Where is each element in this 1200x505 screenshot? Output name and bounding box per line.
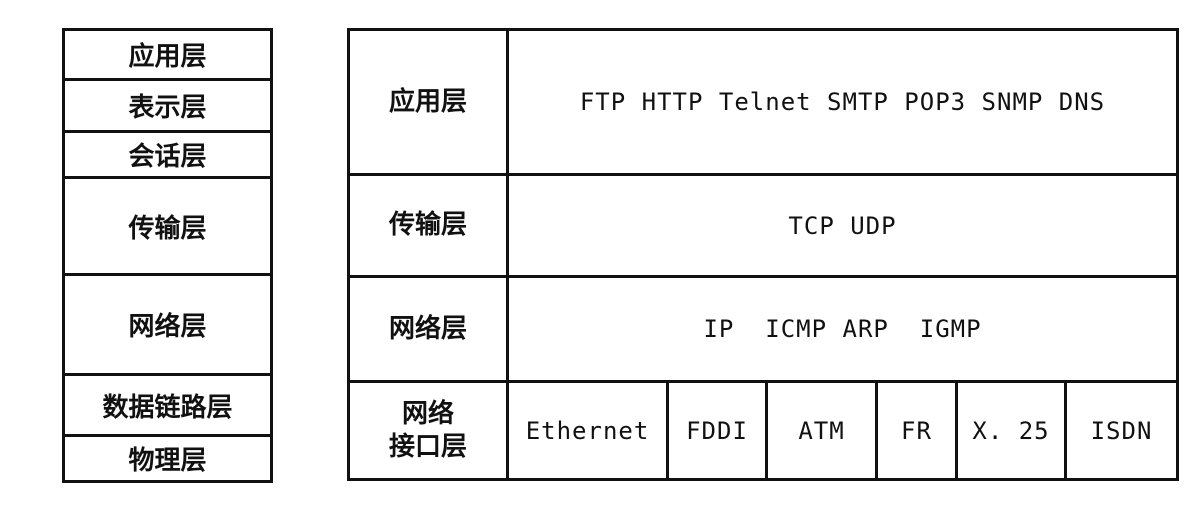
- tcpip-row-transport: 传输层 TCP UDP: [350, 176, 1176, 278]
- osi-layer-session: 会话层: [65, 133, 270, 179]
- tcpip-row-network: 网络层 IP ICMP ARP IGMP: [350, 278, 1176, 383]
- tech-cell-x25: X. 25: [958, 383, 1067, 478]
- osi-model-stack: 应用层 表示层 会话层 传输层 网络层 数据链路层 物理层: [62, 28, 273, 483]
- tcpip-layer-label: 网络 接口层: [350, 383, 509, 478]
- osi-layer-network: 网络层: [65, 276, 270, 376]
- network-protocols: IP ICMP ARP IGMP: [703, 315, 982, 343]
- osi-layer-transport: 传输层: [65, 179, 270, 276]
- network-interface-technologies: Ethernet FDDI ATM FR X. 25 ISDN: [509, 383, 1176, 478]
- tcpip-layer-label: 网络层: [350, 278, 509, 380]
- application-protocols: FTP HTTP Telnet SMTP POP3 SNMP DNS: [579, 88, 1106, 116]
- tcpip-row-application: 应用层 FTP HTTP Telnet SMTP POP3 SNMP DNS: [350, 31, 1176, 176]
- osi-layer-data-link: 数据链路层: [65, 376, 270, 437]
- tech-cell-atm: ATM: [768, 383, 878, 478]
- tcpip-row-network-interface: 网络 接口层 Ethernet FDDI ATM FR X. 25 ISDN: [350, 383, 1176, 478]
- tech-cell-fddi: FDDI: [669, 383, 768, 478]
- tech-cell-ethernet: Ethernet: [509, 383, 669, 478]
- tech-cell-fr: FR: [878, 383, 958, 478]
- tcpip-layer-label: 传输层: [350, 176, 509, 275]
- tech-cell-isdn: ISDN: [1090, 416, 1153, 445]
- osi-layer-presentation: 表示层: [65, 81, 270, 133]
- transport-protocols: TCP UDP: [788, 211, 897, 240]
- tcpip-model-table: 应用层 FTP HTTP Telnet SMTP POP3 SNMP DNS 传…: [347, 28, 1179, 481]
- osi-layer-application: 应用层: [65, 31, 270, 81]
- osi-layer-physical: 物理层: [128, 446, 207, 476]
- tcpip-layer-label: 应用层: [350, 31, 509, 173]
